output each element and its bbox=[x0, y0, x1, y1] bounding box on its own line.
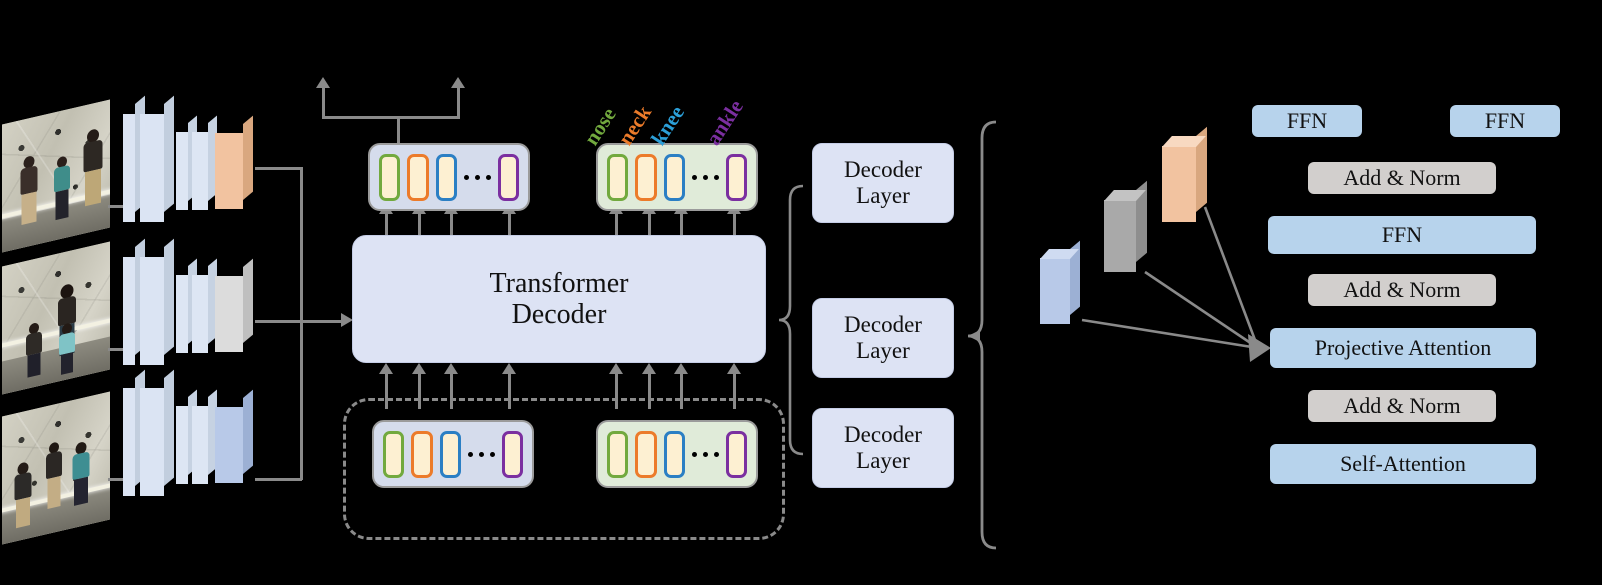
token-ankle[interactable] bbox=[725, 430, 747, 478]
decoder-layer-label-line1: Decoder bbox=[844, 312, 922, 338]
transformer-decoder-label-line2: Decoder bbox=[511, 299, 607, 330]
token-ankle[interactable] bbox=[725, 153, 747, 201]
transformer-decoder-block[interactable]: Transformer Decoder bbox=[352, 235, 766, 363]
token-neck[interactable] bbox=[635, 153, 657, 201]
token-knee[interactable] bbox=[435, 153, 457, 201]
token-nose[interactable] bbox=[607, 153, 629, 201]
add-norm-bottom-box[interactable]: Add & Norm bbox=[1308, 390, 1496, 422]
token-ellipsis bbox=[685, 451, 726, 457]
backbone-output-2 bbox=[215, 258, 253, 352]
transformer-decoder-label-line1: Transformer bbox=[489, 267, 629, 299]
output-token-group-person-1[interactable] bbox=[368, 143, 530, 211]
projective-attention-box[interactable]: Projective Attention bbox=[1270, 328, 1536, 368]
token-ankle[interactable] bbox=[497, 153, 519, 201]
decoder-layer-3[interactable]: Decoder Layer bbox=[812, 408, 954, 488]
feature-arrow-mid bbox=[1144, 270, 1259, 350]
feature-arrow-high bbox=[1203, 206, 1260, 349]
token-knee[interactable] bbox=[663, 153, 685, 201]
layer-detail-brace bbox=[967, 120, 997, 550]
token-neck[interactable] bbox=[407, 153, 429, 201]
conv-slab bbox=[123, 95, 145, 222]
camera-view-image-3 bbox=[2, 391, 110, 545]
feature-arrow-low bbox=[1081, 318, 1259, 350]
add-norm-mid-box[interactable]: Add & Norm bbox=[1308, 274, 1496, 306]
feature-map-mid bbox=[1104, 180, 1147, 272]
token-ankle[interactable] bbox=[501, 430, 523, 478]
ffn-left-box[interactable]: FFN bbox=[1252, 105, 1362, 137]
token-knee[interactable] bbox=[663, 430, 685, 478]
output-token-group-person-2[interactable] bbox=[596, 143, 758, 211]
query-token-group-person-1[interactable] bbox=[372, 420, 534, 488]
camera-view-image-1 bbox=[2, 99, 110, 253]
feature-map-low bbox=[1040, 240, 1080, 324]
token-neck[interactable] bbox=[411, 430, 433, 478]
token-ellipsis bbox=[685, 174, 726, 180]
keypoint-label-ankle: ankle bbox=[701, 95, 748, 150]
decoder-layer-label-line2: Layer bbox=[856, 338, 910, 363]
query-token-group-person-2[interactable] bbox=[596, 420, 758, 488]
brace-arrow-head bbox=[968, 330, 980, 342]
decoder-layer-1[interactable]: Decoder Layer bbox=[812, 143, 954, 223]
backbone-output-1 bbox=[215, 115, 253, 209]
token-nose[interactable] bbox=[607, 430, 629, 478]
self-attention-box[interactable]: Self-Attention bbox=[1270, 444, 1536, 484]
token-nose[interactable] bbox=[383, 430, 405, 478]
ffn-right-box[interactable]: FFN bbox=[1450, 105, 1560, 137]
decoder-layer-label-line1: Decoder bbox=[844, 422, 922, 448]
token-knee[interactable] bbox=[439, 430, 461, 478]
camera-view-image-2 bbox=[2, 241, 110, 395]
add-norm-top-box[interactable]: Add & Norm bbox=[1308, 162, 1496, 194]
ffn-wide-box[interactable]: FFN bbox=[1268, 216, 1536, 254]
decoder-layer-label-line1: Decoder bbox=[844, 157, 922, 183]
token-ellipsis bbox=[461, 451, 502, 457]
decoder-layer-2[interactable]: Decoder Layer bbox=[812, 298, 954, 378]
backbone-output-3 bbox=[215, 389, 253, 483]
decoder-layer-label-line2: Layer bbox=[856, 448, 910, 473]
decoder-layer-label-line2: Layer bbox=[856, 183, 910, 208]
architecture-diagram: Transformer Decoder nose neck knee ankle… bbox=[0, 0, 1602, 585]
feature-map-high bbox=[1162, 126, 1207, 222]
token-ellipsis bbox=[457, 174, 498, 180]
token-neck[interactable] bbox=[635, 430, 657, 478]
feature-arrow-head bbox=[1248, 334, 1271, 362]
token-nose[interactable] bbox=[379, 153, 401, 201]
